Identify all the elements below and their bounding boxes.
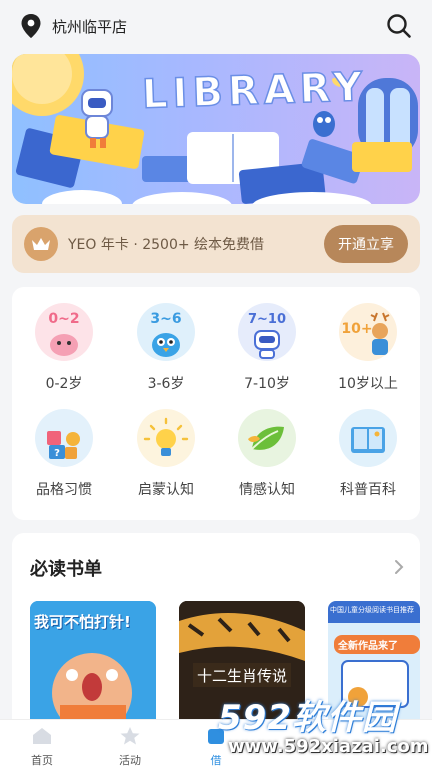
watermark: 592软件园 www.592xiazai.com [214, 690, 432, 768]
activate-vip-button[interactable]: 开通立享 [324, 225, 408, 263]
category-character-habits[interactable]: ? 品格习惯 [24, 409, 104, 499]
category-grid: 0~2 0-2岁 3~6 3-6岁 7~10 7-10岁 10+ 10岁以上 ?… [12, 287, 420, 520]
age-badge-text: 10+ [341, 321, 372, 337]
category-label: 情感认知 [239, 482, 295, 498]
home-icon [33, 728, 51, 744]
deer-icon: 10+ [339, 303, 397, 361]
tab-label: 活动 [119, 754, 141, 767]
book-title: 我可不怕打针! [34, 613, 131, 631]
watermark-brand: 592软件园 [218, 698, 397, 738]
banner-title: LIBRARY [141, 63, 369, 118]
age-badge-text: 3~6 [150, 311, 181, 327]
star-icon [120, 727, 140, 745]
robot-icon: 7~10 [238, 303, 296, 361]
tab-home[interactable]: 首页 [12, 726, 72, 768]
category-enlightenment[interactable]: 启蒙认知 [126, 409, 206, 499]
category-science[interactable]: 科普百科 [328, 409, 408, 499]
book-top-text: 中国儿童分级阅读书目推荐 [330, 606, 414, 614]
age-badge-text: 7~10 [248, 312, 286, 327]
library-banner[interactable]: LIBRARY [12, 54, 420, 204]
tab-activity[interactable]: 活动 [100, 726, 160, 768]
vip-card-strip[interactable]: YEO 年卡 · 2500+ 绘本免费借 开通立享 [12, 215, 420, 273]
book-title: 全新作品来了 [334, 635, 420, 654]
category-label: 科普百科 [340, 482, 396, 498]
category-label: 0-2岁 [45, 376, 83, 392]
category-age-0-2[interactable]: 0~2 0-2岁 [24, 303, 104, 393]
category-emotional[interactable]: 情感认知 [227, 409, 307, 499]
pink-bird-icon: 0~2 [35, 303, 93, 361]
open-book-icon [339, 409, 397, 467]
location-pin-icon[interactable] [20, 13, 42, 39]
tab-label: 首页 [31, 754, 53, 767]
puzzle-blocks-icon: ? [35, 409, 93, 467]
category-age-7-10[interactable]: 7~10 7-10岁 [227, 303, 307, 393]
svg-text:?: ? [54, 448, 60, 459]
lightbulb-icon [137, 409, 195, 467]
crown-icon [24, 227, 58, 261]
category-label: 7-10岁 [244, 376, 290, 392]
book-title: 十二生肖传说 [196, 667, 287, 685]
category-label: 10岁以上 [338, 376, 398, 392]
category-age-10-plus[interactable]: 10+ 10岁以上 [328, 303, 408, 393]
store-location-label[interactable]: 杭州临平店 [52, 16, 386, 37]
top-bar: 杭州临平店 [0, 0, 432, 52]
leaf-icon [238, 409, 296, 467]
search-icon[interactable] [386, 13, 412, 39]
vip-offer-text: YEO 年卡 · 2500+ 绘本免费借 [68, 237, 265, 253]
chevron-right-icon[interactable] [392, 557, 406, 577]
watermark-url: www.592xiazai.com [228, 736, 429, 757]
section-title: 必读书单 [30, 559, 102, 580]
age-badge-text: 0~2 [48, 311, 79, 327]
blue-bird-icon: 3~6 [137, 303, 195, 361]
category-label: 启蒙认知 [138, 482, 194, 498]
category-label: 品格习惯 [36, 482, 92, 498]
category-label: 3-6岁 [147, 376, 185, 392]
book-cover[interactable]: 我可不怕打针! [30, 601, 156, 733]
category-age-3-6[interactable]: 3~6 3-6岁 [126, 303, 206, 393]
